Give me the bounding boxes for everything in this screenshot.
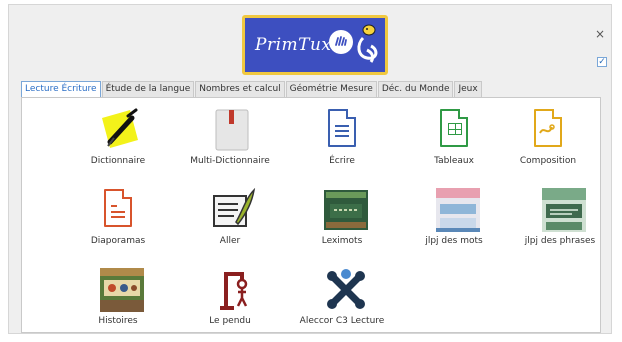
dictionary-icon xyxy=(100,108,138,152)
app-label: Histoires xyxy=(98,316,138,326)
histoires-icon xyxy=(100,268,144,312)
tab-etude-langue[interactable]: Étude de la langue xyxy=(101,81,195,97)
app-aleccor[interactable]: Aleccor C3 Lecture xyxy=(292,268,392,338)
app-dictionnaire[interactable]: Dictionnaire xyxy=(68,108,168,178)
jlpj-phrases-icon xyxy=(542,188,586,232)
checkbox-icon[interactable]: ✓ xyxy=(597,57,607,67)
app-label: jlpj des mots xyxy=(425,236,483,246)
app-leximots[interactable]: Leximots xyxy=(292,188,392,258)
category-tabs: Lecture Écriture Étude de la langue Nomb… xyxy=(21,81,483,97)
jlpj-mots-icon xyxy=(436,188,480,232)
app-label: Dictionnaire xyxy=(90,156,146,166)
app-label: Écrire xyxy=(329,156,355,166)
app-window: PrimTux × ✓ Lecture Écriture Étude de la… xyxy=(8,4,612,334)
tab-lecture-ecriture[interactable]: Lecture Écriture xyxy=(21,81,101,97)
app-label: Diaporamas xyxy=(90,236,146,246)
tab-dec-monde[interactable]: Déc. du Monde xyxy=(377,81,454,97)
app-jlpj-mots[interactable]: jlpj des mots xyxy=(404,188,504,258)
app-tableaux[interactable]: Tableaux xyxy=(404,108,504,178)
app-le-pendu[interactable]: Le pendu xyxy=(180,268,280,338)
leximots-icon xyxy=(324,188,368,232)
hand-icon xyxy=(329,30,353,54)
apps-panel: Dictionnaire Multi-Dictionnaire Écrire T… xyxy=(21,97,601,333)
app-diaporamas[interactable]: Diaporamas xyxy=(68,188,168,258)
tab-nombres-calcul[interactable]: Nombres et calcul xyxy=(195,81,285,97)
app-ecrire[interactable]: Écrire xyxy=(292,108,392,178)
aller-icon xyxy=(212,187,256,232)
tab-geometrie-mesure[interactable]: Géométrie Mesure xyxy=(285,81,377,97)
tab-jeux[interactable]: Jeux xyxy=(454,81,482,97)
app-label: Leximots xyxy=(321,236,363,246)
bee-icon xyxy=(353,22,383,66)
app-jlpj-phrases[interactable]: jlpj des phrases xyxy=(510,188,610,258)
hangman-icon xyxy=(212,268,248,312)
app-label: Multi-Dictionnaire xyxy=(190,156,270,166)
draw-icon xyxy=(530,108,566,152)
app-multi-dictionnaire[interactable]: Multi-Dictionnaire xyxy=(180,108,280,178)
presentation-icon xyxy=(100,188,136,232)
writer-icon xyxy=(324,108,360,152)
spreadsheet-icon xyxy=(436,108,472,152)
app-histoires[interactable]: Histoires xyxy=(68,268,168,338)
app-aller[interactable]: Aller xyxy=(180,187,280,258)
app-label: Le pendu xyxy=(209,316,251,326)
app-label: Composition xyxy=(519,156,577,166)
close-icon[interactable]: × xyxy=(595,27,605,41)
app-composition[interactable]: Composition xyxy=(498,108,598,178)
app-label: Aleccor C3 Lecture xyxy=(299,316,385,326)
primtux-logo: PrimTux xyxy=(242,15,388,75)
logo-text: PrimTux xyxy=(255,35,332,55)
app-label: Aller xyxy=(219,236,241,246)
app-label: jlpj des phrases xyxy=(524,236,596,246)
multi-dictionary-icon xyxy=(212,108,249,152)
aleccor-icon xyxy=(324,268,365,312)
